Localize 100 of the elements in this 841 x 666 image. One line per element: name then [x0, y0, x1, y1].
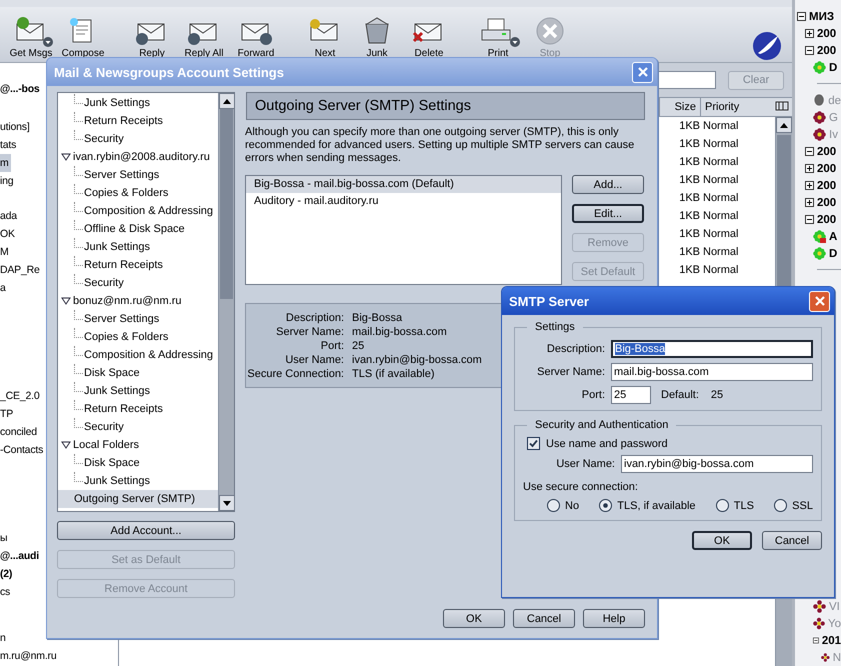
folder-item[interactable]: cs	[0, 583, 10, 601]
contact-label[interactable]: D	[829, 62, 838, 74]
radio-label[interactable]: TLS	[734, 500, 754, 512]
dialog-button[interactable]: Cancel	[762, 531, 822, 550]
message-row[interactable]: 1KB Normal	[662, 189, 775, 207]
server-item[interactable]: Big-Bossa - mail.big-bossa.com (Default)	[246, 176, 561, 193]
expander-icon[interactable]	[805, 215, 814, 224]
dialog-button[interactable]: OK	[443, 609, 505, 628]
tree-item[interactable]: Return Receipts	[84, 259, 163, 271]
tree-item[interactable]: Disk Space	[84, 457, 140, 469]
checkbox[interactable]	[527, 437, 540, 450]
tree-item[interactable]: Server Settings	[84, 169, 160, 181]
folder-item[interactable]: (2)	[0, 565, 12, 583]
text-field[interactable]: ivan.rybin@big-bossa.com	[621, 455, 813, 473]
message-row[interactable]: 1KB Normal	[662, 225, 775, 243]
expand-triangle-icon[interactable]	[61, 441, 71, 449]
folder-item[interactable]: OK	[0, 225, 15, 243]
tree-item[interactable]: Junk Settings	[84, 385, 150, 397]
tree-item[interactable]: Copies & Folders	[84, 331, 168, 343]
folder-item[interactable]: tats	[0, 136, 16, 154]
contact-label[interactable]: 200	[817, 162, 836, 174]
tree-item[interactable]: Return Receipts	[84, 403, 163, 415]
radio-button[interactable]	[599, 499, 612, 512]
message-row[interactable]: 1KB Normal	[662, 153, 775, 171]
folder-item[interactable]: ы	[0, 529, 8, 547]
expand-triangle-icon[interactable]	[61, 153, 71, 161]
contact-label[interactable]: 200	[817, 44, 836, 56]
tree-item[interactable]: Composition & Addressing	[84, 349, 214, 361]
radio-label[interactable]: TLS, if available	[617, 500, 696, 512]
close-button[interactable]	[809, 290, 830, 312]
column-picker-icon[interactable]	[775, 101, 789, 113]
radio-button[interactable]	[716, 499, 729, 512]
tree-item[interactable]: Disk Space	[84, 367, 140, 379]
column-header[interactable]: Priority	[700, 98, 772, 116]
folder-item[interactable]: a	[0, 279, 6, 297]
contact-label[interactable]: 200	[817, 214, 836, 226]
tree-item[interactable]: Composition & Addressing	[84, 205, 214, 217]
contact-label[interactable]: 201	[822, 634, 841, 646]
expander-icon[interactable]	[805, 29, 814, 38]
checkbox-label[interactable]: Use name and password	[546, 438, 668, 450]
folder-item[interactable]: conciled	[0, 423, 37, 441]
message-row[interactable]: 1KB Normal	[662, 243, 775, 261]
scroll-up-icon[interactable]	[218, 93, 234, 109]
expander-icon[interactable]	[805, 181, 814, 190]
dialog-button[interactable]: OK	[692, 531, 752, 550]
tree-item[interactable]: Local Folders	[73, 439, 140, 451]
folder-item[interactable]: DAP_Re	[0, 261, 40, 279]
expander-icon[interactable]	[805, 46, 814, 55]
tree-item[interactable]: Junk Settings	[84, 97, 150, 109]
dialog-button[interactable]: Cancel	[513, 609, 575, 628]
folder-item[interactable]: M	[0, 243, 9, 261]
tree-item[interactable]: Return Receipts	[84, 115, 163, 127]
expander-icon[interactable]	[797, 12, 806, 21]
contact-label[interactable]: A	[829, 230, 838, 242]
tree-item[interactable]: bonuz@nm.ru@nm.ru	[73, 295, 182, 307]
scroll-up-icon[interactable]	[776, 117, 792, 133]
scroll-down-icon[interactable]	[218, 495, 234, 511]
dialog-button[interactable]: Help	[583, 609, 645, 628]
folder-item[interactable]: @...-bos	[0, 80, 40, 98]
scroll-thumb[interactable]	[220, 109, 233, 299]
folder-item[interactable]: TP	[0, 405, 14, 423]
port-field[interactable]: 25	[611, 386, 651, 404]
tree-item[interactable]: Server Settings	[84, 313, 160, 325]
message-row[interactable]: 1KB Normal	[662, 171, 775, 189]
junk-button[interactable]: Junk	[351, 7, 403, 59]
folder-item[interactable]: @...audi	[0, 547, 39, 565]
contact-label[interactable]: D	[829, 248, 838, 260]
scrollbar[interactable]	[218, 93, 234, 511]
server-button[interactable]: Add...	[572, 175, 644, 194]
tree-item[interactable]: Offline & Disk Space	[84, 223, 185, 235]
message-row[interactable]: 1KB Normal	[662, 261, 775, 279]
folder-item[interactable]: utions]	[0, 118, 30, 136]
folder-item[interactable]: -Contacts	[0, 441, 44, 459]
contact-label[interactable]: 200	[817, 180, 836, 192]
text-field[interactable]: Big-Bossa	[611, 340, 813, 358]
tree-item[interactable]: Security	[84, 277, 124, 289]
get-button[interactable]: Get Msgs	[5, 7, 57, 59]
server-button[interactable]: Edit...	[572, 204, 644, 223]
radio-button[interactable]	[547, 499, 560, 512]
expand-triangle-icon[interactable]	[61, 297, 71, 305]
radio-button[interactable]	[774, 499, 788, 512]
folder-item[interactable]: ing	[0, 172, 14, 190]
contact-label[interactable]: МИЗ	[809, 10, 834, 22]
expander-icon[interactable]	[805, 164, 814, 173]
account-button[interactable]: Add Account...	[57, 521, 235, 540]
contact-label[interactable]: 200	[817, 196, 836, 208]
message-row[interactable]: 1KB Normal	[662, 135, 775, 153]
expander-icon[interactable]	[805, 198, 814, 207]
expander-icon[interactable]	[813, 636, 819, 645]
contact-label[interactable]: 200	[817, 28, 836, 40]
message-row[interactable]: 1KB Normal	[662, 117, 775, 135]
message-row[interactable]: 1KB Normal	[662, 207, 775, 225]
folder-item[interactable]: n	[0, 629, 6, 647]
folder-item[interactable]: ada	[0, 207, 17, 225]
print-button[interactable]: Print	[472, 7, 524, 59]
text-field[interactable]: mail.big-bossa.com	[611, 363, 813, 381]
tree-item[interactable]: Junk Settings	[84, 475, 150, 487]
folder-item[interactable]: m	[0, 154, 11, 172]
radio-label[interactable]: No	[565, 500, 580, 512]
folder-item[interactable]: _CE_2.0	[0, 387, 40, 405]
